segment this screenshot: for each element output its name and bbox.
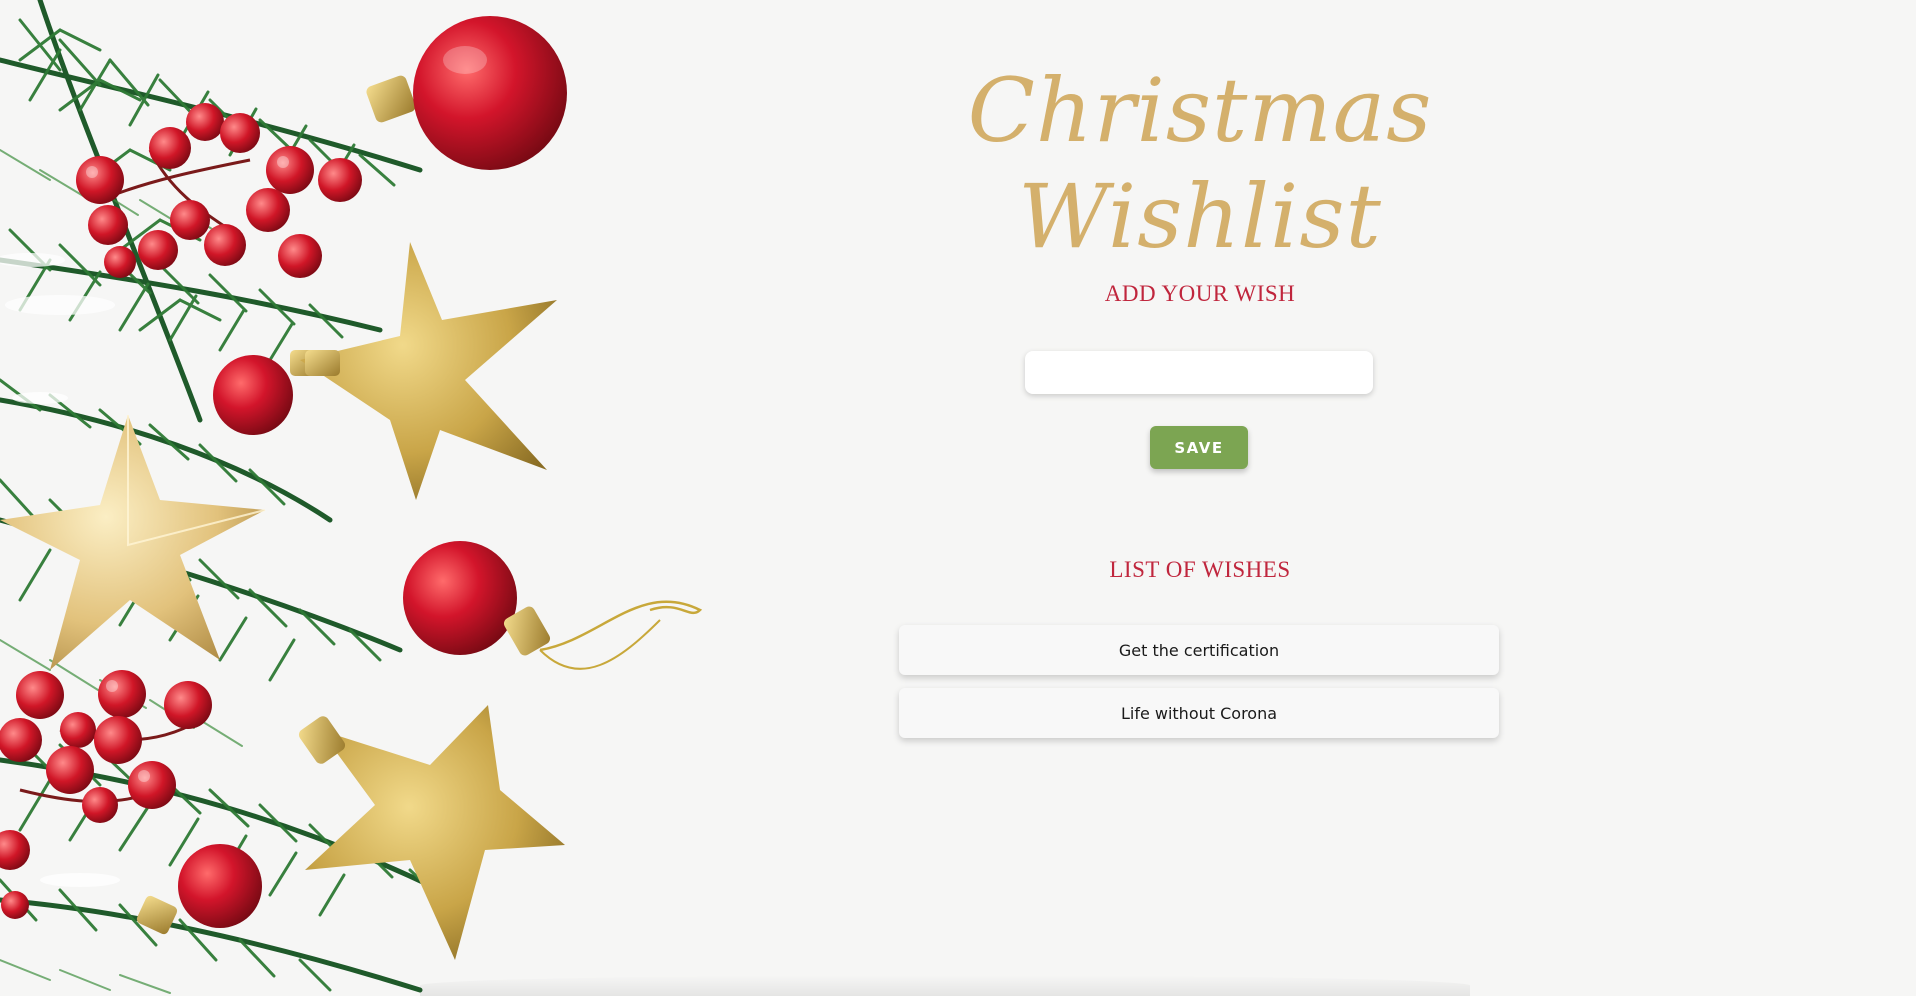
save-button[interactable]: SAVE: [1150, 426, 1248, 469]
wish-input[interactable]: [1025, 351, 1373, 394]
wish-list-item[interactable]: Get the certification: [899, 625, 1499, 675]
list-of-wishes-heading: LIST OF WISHES: [1109, 557, 1291, 582]
bottom-shadow: [420, 975, 1470, 996]
page-title: Christmas Wishlist: [967, 59, 1433, 268]
add-wish-heading: ADD YOUR WISH: [1104, 281, 1296, 306]
christmas-decoration-image: [0, 0, 703, 994]
wish-list: Get the certification Life without Coron…: [899, 625, 1499, 751]
wish-list-item[interactable]: Life without Corona: [899, 688, 1499, 738]
